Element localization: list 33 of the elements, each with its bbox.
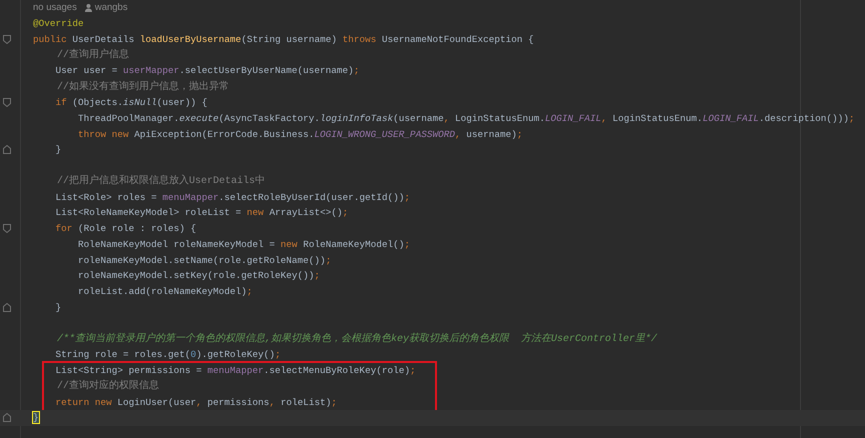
code-line: roleNameKeyModel.setKey(role.getRoleKey()); (77, 269, 320, 284)
person-icon (84, 4, 92, 12)
code-line: roleList.add(roleNameKeyModel); (77, 285, 252, 300)
code-line: //查询对应的权限信息 (56, 378, 160, 394)
code-line: //查询用户信息 (56, 48, 130, 64)
fold-marker-icon[interactable] (2, 145, 10, 154)
code-line: return new LoginUser(user, permissions, roleList); (54, 396, 337, 410)
code-line: public UserDetails loadUserByUsername(String username) throws UsernameNotFoundException { (33, 32, 534, 47)
code-line: if (Objects.isNull(user)) { (54, 96, 208, 110)
code-line: String role = roles.get(0).getRoleKey(); (54, 348, 281, 362)
code-line: } (33, 410, 39, 426)
code-line: RoleNameKeyModel roleNameKeyModel = new RoleNameKeyModel(); (77, 238, 410, 252)
code-line: //把用户信息和权限信息放入UserDetails中 (56, 174, 266, 190)
code-line: User user = userMapper.selectUserByUserName(username); (54, 64, 360, 78)
code-line: roleNameKeyModel.setName(role.getRoleName()); (77, 254, 332, 268)
fold-marker-icon[interactable] (2, 302, 10, 312)
author-hint[interactable]: wangbs (94, 0, 128, 15)
code-line: @Override (33, 17, 84, 32)
fold-marker-icon[interactable] (2, 34, 10, 44)
fold-marker-icon[interactable] (2, 413, 10, 422)
usages-hint[interactable]: no usages (33, 0, 77, 15)
fold-marker-icon[interactable] (2, 224, 10, 234)
code-line: } (54, 143, 62, 158)
code-line: List<Role> roles = menuMapper.selectRoleByUserId(user.getId()); (54, 190, 410, 205)
code-line: ThreadPoolManager.execute(AsyncTaskFactory.loginInfoTask(username, LoginStatusEnum.LOGIN_FAIL, LoginStatusEnum.LOGIN_FAIL.description())); (77, 112, 854, 126)
code-line: //如果没有查询到用户信息，抛出异常 (56, 80, 230, 95)
code-line: throw new ApiException(ErrorCode.Business.LOGIN_WRONG_USER_PASSWORD, username); (77, 128, 522, 142)
fold-marker-icon[interactable] (2, 98, 10, 107)
code-line: for (Role role : roles) { (54, 222, 196, 236)
code-line: List<String> permissions = menuMapper.selectMenuByRoleKey(role); (54, 364, 416, 378)
code-line: List<RoleNameKeyModel> roleList = new ArrayList<>(); (54, 206, 348, 220)
code-line: } (54, 300, 62, 315)
code-line: /**查询当前登录用户的第一个角色的权限信息,如果切换角色，会根据角色key获取切换后的角色权限 方法在UserController里*/ (56, 332, 658, 347)
